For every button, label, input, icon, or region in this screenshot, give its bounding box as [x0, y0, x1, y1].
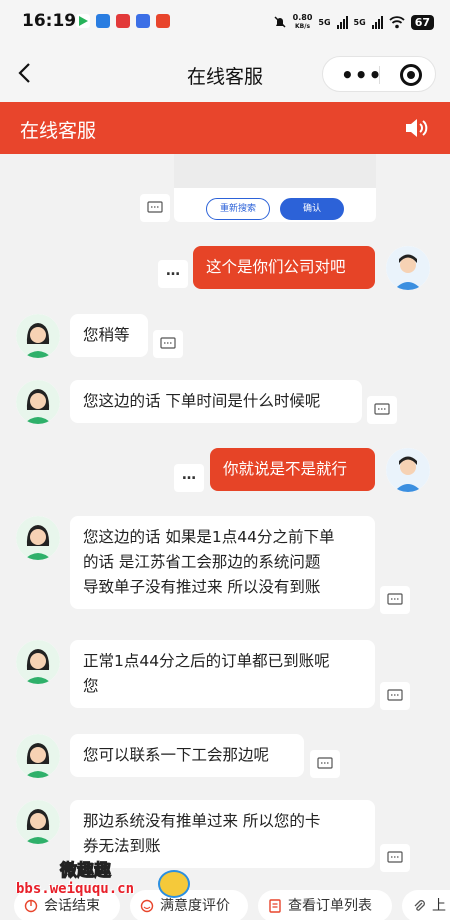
- status-bar: 16:19 0.80 KB/s 5G 5G 67: [0, 0, 450, 46]
- comment-icon: [317, 757, 333, 769]
- agent-avatar-icon: [16, 734, 60, 778]
- user-message: 这个是你们公司对吧: [193, 246, 375, 289]
- message-action-button[interactable]: [140, 194, 170, 222]
- net-speed: 0.80 KB/s: [293, 13, 313, 31]
- sim1-label: 5G: [318, 17, 331, 27]
- net-speed-unit: KB/s: [295, 23, 311, 30]
- user-avatar[interactable]: [386, 246, 430, 290]
- service-app-icon: [156, 14, 170, 28]
- message-action-button[interactable]: [153, 330, 183, 358]
- agent-avatar-icon: [16, 516, 60, 560]
- card-content: [174, 154, 376, 188]
- chat-app-icon: [96, 14, 110, 28]
- search-result-card: 重新搜索 确认: [174, 154, 376, 222]
- upload-label: 上: [432, 898, 446, 914]
- speaker-button[interactable]: [404, 116, 430, 140]
- close-miniprogram-button[interactable]: [400, 64, 422, 86]
- message-action-button[interactable]: [380, 586, 410, 614]
- nav-header: 在线客服 •••: [0, 46, 450, 102]
- signal-icon: [336, 15, 348, 29]
- more-button[interactable]: …: [158, 260, 188, 288]
- user-avatar[interactable]: [386, 448, 430, 492]
- status-time: 16:19: [22, 11, 77, 31]
- upload-button[interactable]: 上: [402, 890, 450, 920]
- comment-icon: [374, 403, 390, 415]
- message-action-button[interactable]: [380, 682, 410, 710]
- message-line: 您: [83, 677, 99, 695]
- order-list-label: 查看订单列表: [288, 898, 372, 914]
- agent-message: 您稍等: [70, 314, 148, 357]
- translate-app-icon: [136, 14, 150, 28]
- message-line: 正常1点44分之后的订单都已到账呢: [83, 652, 330, 670]
- agent-avatar-icon: [16, 800, 60, 844]
- comment-icon: [387, 851, 403, 863]
- agent-avatar[interactable]: [16, 314, 60, 358]
- signal-icon-2: [371, 15, 383, 29]
- message-line: 的话 是江苏省工会那边的系统问题: [83, 553, 321, 571]
- message-line: 您这边的话 如果是1点44分之前下单: [83, 528, 335, 546]
- service-title: 在线客服: [20, 120, 97, 142]
- attachment-icon: [414, 900, 425, 911]
- agent-message: 您这边的话 下单时间是什么时候呢: [70, 380, 362, 423]
- mute-bell-icon: [274, 16, 286, 28]
- status-app-icons: [76, 14, 170, 28]
- capsule-divider: [379, 66, 380, 84]
- watermark-url: bbs.weiququ.cn: [16, 881, 135, 897]
- net-speed-value: 0.80: [292, 13, 313, 22]
- mascot-icon: [158, 870, 190, 898]
- message-action-button[interactable]: [367, 396, 397, 424]
- mini-program-capsule: •••: [322, 56, 436, 92]
- confirm-button[interactable]: 确认: [280, 198, 344, 220]
- comment-icon: [147, 201, 163, 213]
- user-avatar-icon: [386, 246, 430, 290]
- order-list-button[interactable]: 查看订单列表: [258, 890, 392, 920]
- service-header: 在线客服: [0, 102, 450, 154]
- comment-icon: [387, 689, 403, 701]
- status-indicators: 0.80 KB/s 5G 5G 67: [273, 13, 434, 31]
- comment-icon: [160, 337, 176, 349]
- agent-message: 您可以联系一下工会那边呢: [70, 734, 304, 777]
- watermark-name: 微趣趣: [60, 861, 112, 882]
- agent-avatar[interactable]: [16, 516, 60, 560]
- user-avatar-icon: [386, 448, 430, 492]
- more-options-button[interactable]: •••: [341, 63, 382, 87]
- agent-avatar[interactable]: [16, 640, 60, 684]
- wifi-icon: [389, 16, 405, 29]
- agent-avatar-icon: [16, 380, 60, 424]
- agent-avatar-icon: [16, 314, 60, 358]
- news-app-icon: [116, 14, 130, 28]
- sim2-label: 5G: [353, 17, 366, 27]
- message-line: 那边系统没有推单过来 所以您的卡: [83, 812, 321, 830]
- message-action-button[interactable]: [310, 750, 340, 778]
- list-icon: [269, 899, 281, 913]
- agent-message: 正常1点44分之后的订单都已到账呢 您: [70, 640, 375, 708]
- agent-avatar[interactable]: [16, 380, 60, 424]
- message-line: 导致单子没有推过来 所以没有到账: [83, 578, 321, 596]
- message-action-button[interactable]: [380, 844, 410, 872]
- battery-indicator: 67: [410, 14, 434, 30]
- agent-avatar-icon: [16, 640, 60, 684]
- agent-message: 您这边的话 如果是1点44分之前下单 的话 是江苏省工会那边的系统问题 导致单子…: [70, 516, 375, 609]
- reset-search-button[interactable]: 重新搜索: [206, 198, 270, 220]
- comment-icon: [387, 593, 403, 605]
- user-message: 你就说是不是就行: [210, 448, 375, 491]
- site-watermark: 微趣趣 bbs.weiququ.cn: [0, 850, 190, 920]
- agent-avatar[interactable]: [16, 734, 60, 778]
- play-icon: [76, 14, 90, 28]
- chat-area[interactable]: 重新搜索 确认 … 这个是你们公司对吧 您稍等 您这边的话 下单时间是什么时候呢…: [0, 154, 450, 920]
- more-button[interactable]: …: [174, 464, 204, 492]
- speaker-icon: [406, 119, 428, 137]
- agent-avatar[interactable]: [16, 800, 60, 844]
